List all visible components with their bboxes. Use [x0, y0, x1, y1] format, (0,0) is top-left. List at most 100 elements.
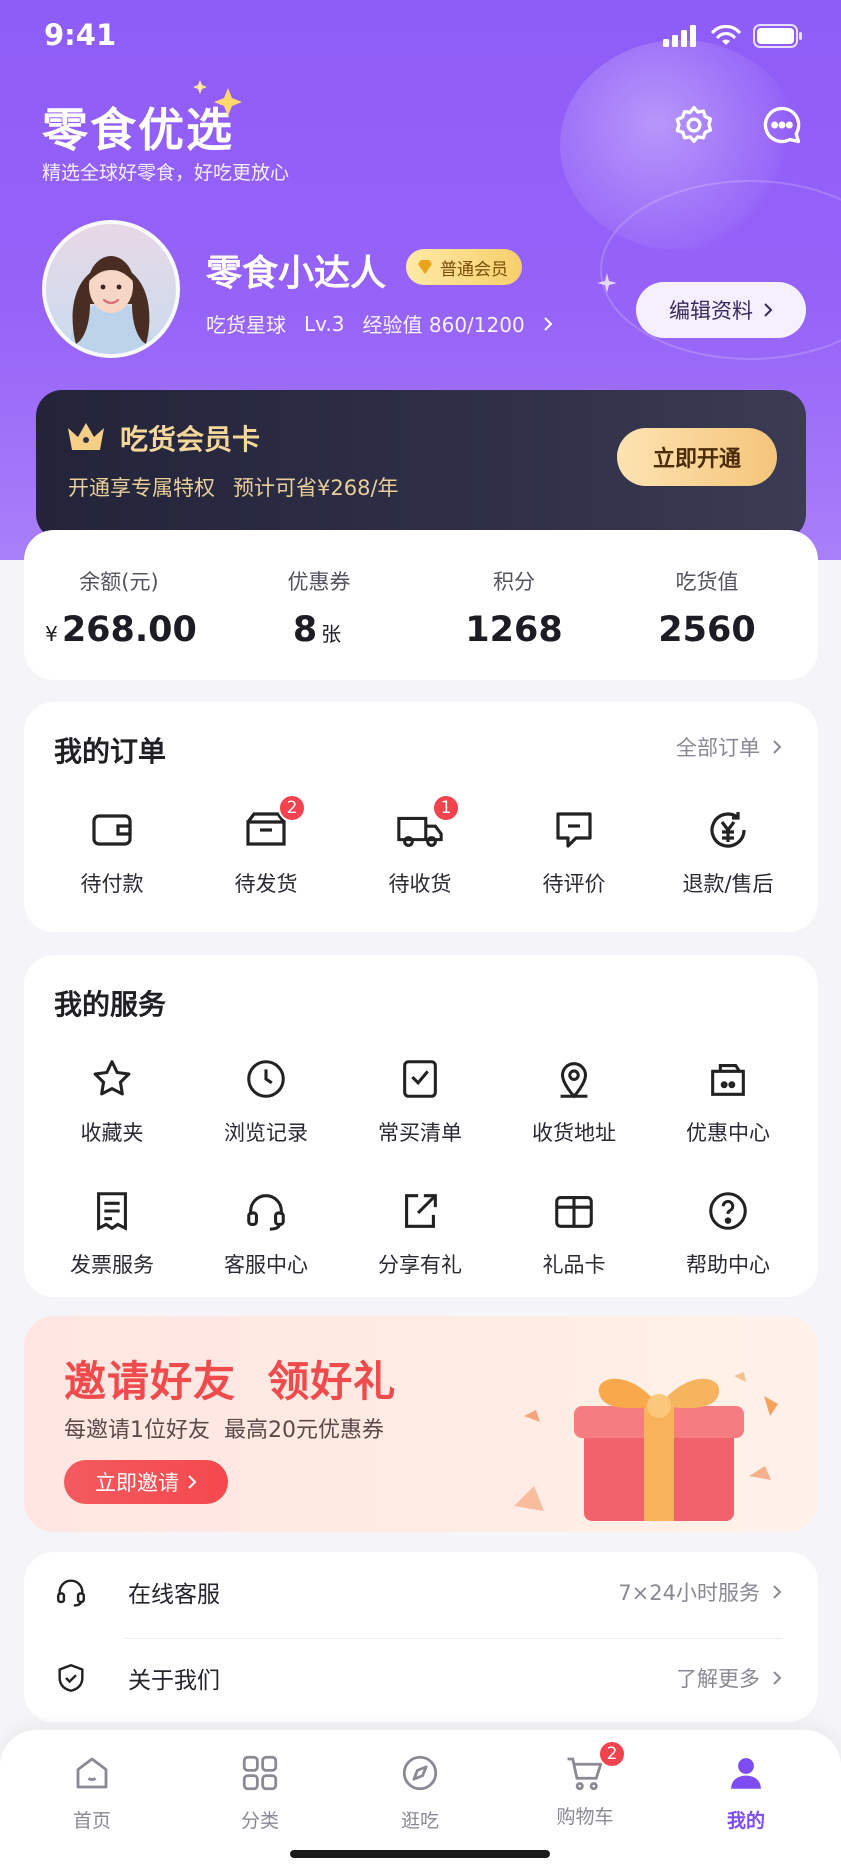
chevron-right-icon [773, 1585, 782, 1599]
tab-category[interactable]: 分类 [210, 1752, 310, 1833]
share-icon [405, 1194, 437, 1228]
vip-desc-2: 预计可省¥268/年 [233, 476, 399, 500]
gear-icon [675, 105, 713, 143]
service-help[interactable]: 帮助中心 [653, 1185, 803, 1279]
service-customer-center[interactable]: 客服中心 [191, 1185, 341, 1279]
asset-unit: 张 [321, 622, 342, 646]
asset-value: 1268 [465, 610, 563, 650]
all-orders-link[interactable]: 全部订单 [676, 732, 782, 762]
diamond-icon [418, 260, 432, 274]
tab-explore[interactable]: 逛吃 [370, 1752, 470, 1833]
invite-button-label: 立即邀请 [95, 1471, 179, 1495]
asset-coupons[interactable]: 优惠券 8张 [224, 530, 414, 680]
level-label: Lv.3 [304, 311, 345, 336]
service-coupon-center[interactable]: 优惠中心 [653, 1053, 803, 1147]
compass-icon [402, 1755, 438, 1791]
member-badge[interactable]: 普通会员 [406, 249, 522, 285]
asset-balance[interactable]: 余额(元) ¥268.00 [24, 530, 214, 680]
tab-label: 逛吃 [400, 1810, 439, 1832]
gift-card-icon [555, 1196, 593, 1228]
list-item-detail: 7×24小时服务 [618, 1581, 760, 1605]
location-icon [560, 1062, 588, 1099]
service-label: 常买清单 [378, 1121, 462, 1145]
service-label: 收货地址 [532, 1121, 616, 1145]
edit-profile-label: 编辑资料 [669, 299, 753, 323]
list-item-online-service[interactable]: 在线客服 7×24小时服务 [54, 1552, 782, 1632]
invite-button[interactable]: 立即邀请 [64, 1460, 228, 1504]
tab-cart[interactable]: 2 购物车 [535, 1740, 635, 1829]
chevron-right-icon [543, 316, 553, 331]
order-badge: 1 [432, 794, 460, 822]
checklist-icon [403, 1060, 437, 1098]
service-label: 优惠中心 [686, 1121, 770, 1145]
status-icons [663, 24, 803, 48]
services-card: 我的服务 收藏夹 浏览记录 常买清单 收货地址 优惠中心 发票服务 客服中心 分… [24, 955, 818, 1297]
chevron-right-icon [773, 740, 782, 754]
chevron-right-icon [773, 1671, 782, 1685]
asset-foodie-value[interactable]: 吃货值 2560 [612, 530, 802, 680]
list-item-label: 在线客服 [128, 1582, 220, 1608]
shield-icon [58, 1664, 84, 1692]
service-history[interactable]: 浏览记录 [191, 1053, 341, 1147]
home-indicator [290, 1850, 550, 1858]
refund-icon [710, 812, 746, 848]
service-favorites[interactable]: 收藏夹 [37, 1053, 187, 1147]
message-button[interactable] [758, 101, 806, 149]
grid-icon [242, 1755, 278, 1791]
assets-card: 余额(元) ¥268.00 优惠券 8张 积分 1268 吃货值 2560 [24, 530, 818, 680]
service-invoice[interactable]: 发票服务 [37, 1185, 187, 1279]
service-label: 分享有礼 [378, 1253, 462, 1277]
service-label: 帮助中心 [686, 1253, 770, 1277]
services-title: 我的服务 [54, 988, 167, 1021]
asset-value: 268.00 [61, 610, 197, 650]
vip-open-button[interactable]: 立即开通 [617, 428, 777, 486]
sparkle-icon [597, 273, 617, 293]
order-pending-review[interactable]: 待评价 [499, 804, 649, 898]
asset-label: 余额(元) [79, 570, 159, 594]
cart-badge: 2 [598, 1740, 626, 1768]
asset-value: 8 [292, 610, 318, 650]
tab-me[interactable]: 我的 [696, 1752, 796, 1833]
invite-subtitle: 每邀请1位好友 最高20元优惠券 [64, 1418, 384, 1443]
clock-icon [247, 1060, 285, 1098]
order-label: 退款/售后 [682, 872, 774, 896]
edit-profile-button[interactable]: 编辑资料 [636, 282, 806, 338]
order-label: 待收货 [388, 872, 452, 896]
list-item-about-us[interactable]: 关于我们 了解更多 [54, 1638, 782, 1718]
order-pending-payment[interactable]: 待付款 [37, 804, 187, 898]
tab-home[interactable]: 首页 [42, 1752, 142, 1833]
user-icon [731, 1758, 761, 1789]
order-refund[interactable]: 退款/售后 [653, 804, 803, 898]
battery-icon [753, 24, 802, 48]
invite-title: 邀请好友 领好礼 [64, 1357, 397, 1406]
service-label: 客服中心 [224, 1253, 308, 1277]
service-buy-list[interactable]: 常买清单 [345, 1053, 495, 1147]
service-address[interactable]: 收货地址 [499, 1053, 649, 1147]
asset-label: 优惠券 [287, 570, 351, 594]
currency-symbol: ¥ [45, 622, 58, 646]
asset-points[interactable]: 积分 1268 [419, 530, 609, 680]
vip-description: 开通享专属特权 预计可省¥268/年 [68, 472, 399, 502]
settings-button[interactable] [670, 101, 718, 149]
asset-label: 积分 [493, 570, 535, 594]
status-time: 9:41 [44, 18, 117, 52]
member-badge-label: 普通会员 [440, 259, 508, 280]
sparkle-icon [193, 80, 242, 116]
service-share[interactable]: 分享有礼 [345, 1185, 495, 1279]
message-icon [763, 106, 801, 144]
avatar[interactable] [42, 220, 180, 358]
service-label: 礼品卡 [542, 1253, 606, 1277]
vip-desc-1: 开通享专属特权 [68, 476, 215, 500]
order-pending-receipt[interactable]: 1 待收货 [345, 794, 495, 898]
tab-label: 我的 [726, 1810, 765, 1832]
order-pending-shipment[interactable]: 2 待发货 [191, 794, 341, 898]
user-stats[interactable]: 吃货星球 Lv.3 经验值 860/1200 [206, 309, 553, 338]
order-label: 待评价 [542, 872, 606, 896]
service-gift-card[interactable]: 礼品卡 [499, 1185, 649, 1279]
asset-value: 2560 [658, 610, 756, 650]
wifi-icon [711, 25, 741, 45]
headset-icon [247, 1194, 285, 1231]
planet-label: 吃货星球 [206, 313, 286, 337]
list-item-detail: 了解更多 [676, 1667, 760, 1691]
signal-icon [663, 25, 696, 47]
